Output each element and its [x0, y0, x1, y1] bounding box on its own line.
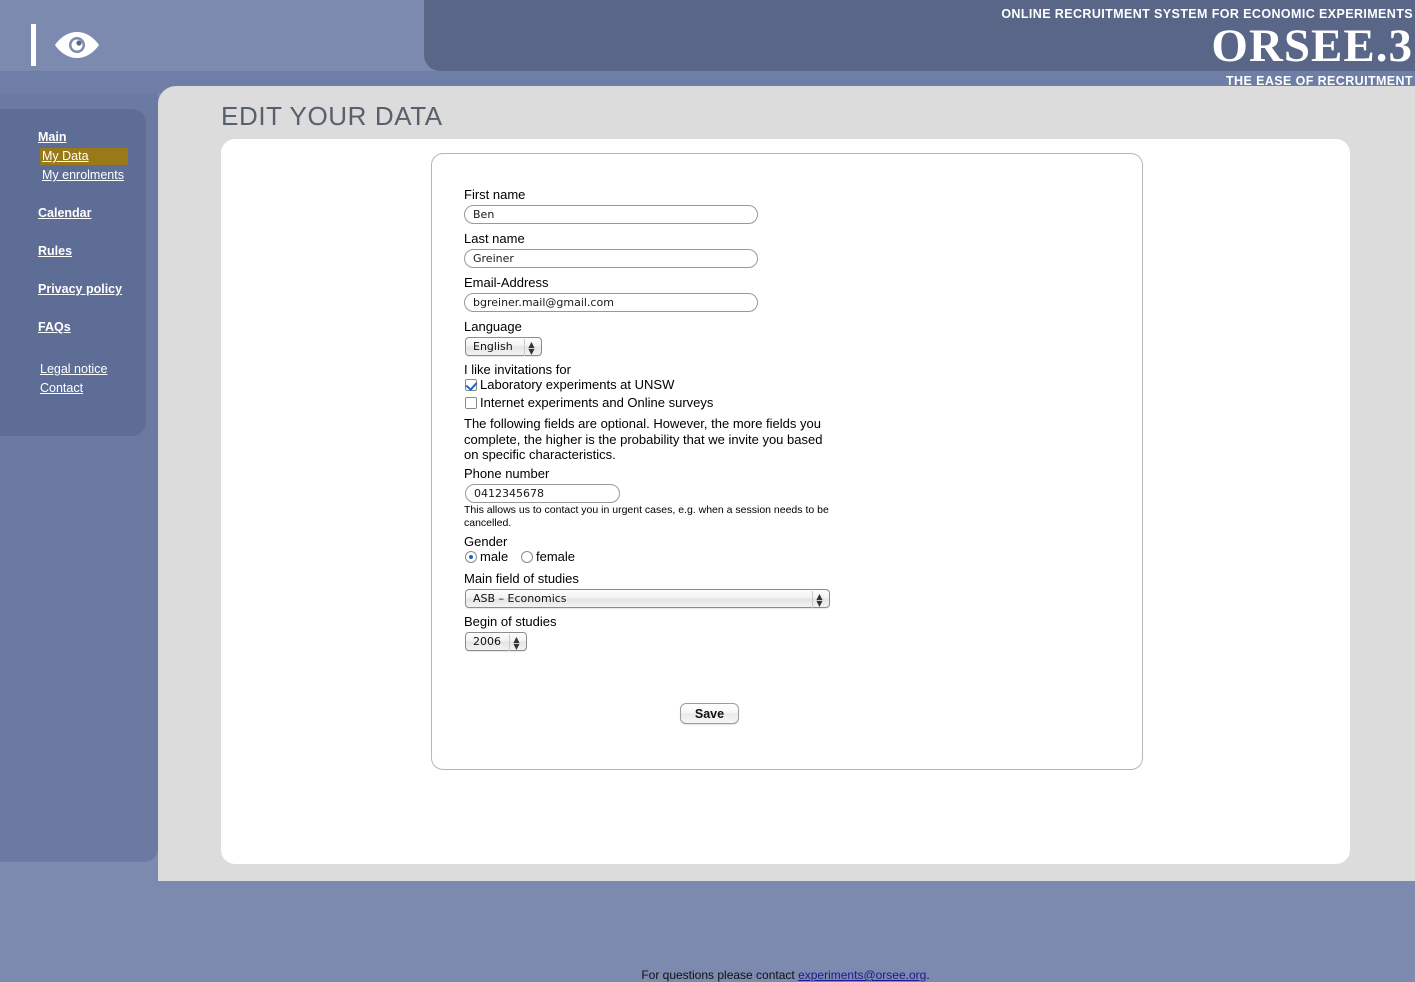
banner-tagline: ONLINE RECRUITMENT SYSTEM FOR ECONOMIC E… [1001, 7, 1413, 21]
save-button[interactable]: Save [680, 703, 739, 724]
phone-label: Phone number [464, 466, 549, 481]
sidebar-item-faqs[interactable]: FAQs [38, 320, 71, 334]
language-label: Language [464, 319, 522, 334]
invitation-lab-label: Laboratory experiments at UNSW [480, 377, 674, 392]
sidebar-item-contact[interactable]: Contact [40, 381, 83, 395]
gender-female-label: female [536, 549, 575, 564]
gender-female-radio[interactable] [521, 551, 533, 563]
first-name-input[interactable] [464, 205, 758, 224]
begin-studies-value: 2006 [473, 635, 501, 648]
eye-icon [53, 29, 101, 61]
first-name-label: First name [464, 187, 525, 202]
footer-contact: For questions please contact experiments… [221, 968, 1350, 982]
footer-email-link[interactable]: experiments@orsee.org [798, 968, 926, 982]
sidebar-item-calendar[interactable]: Calendar [38, 206, 92, 220]
gender-male-radio[interactable] [465, 551, 477, 563]
page-title: EDIT YOUR DATA [221, 101, 443, 132]
top-banner: ONLINE RECRUITMENT SYSTEM FOR ECONOMIC E… [0, 0, 1415, 71]
stepper-arrows-icon: ▲▼ [509, 634, 523, 651]
footer-text-after: . [926, 968, 929, 982]
main-field-value: ASB – Economics [473, 592, 567, 605]
last-name-input[interactable] [464, 249, 758, 268]
content-card: My enrolments Unsubscribe First name Las… [221, 139, 1350, 864]
main-field-label: Main field of studies [464, 571, 579, 586]
sidebar-item-rules[interactable]: Rules [38, 244, 72, 258]
footer-text-before: For questions please contact [641, 968, 798, 982]
main-field-select[interactable]: ASB – Economics ▲▼ [465, 589, 830, 608]
sidebar-item-main[interactable]: Main [38, 130, 66, 144]
sidebar-item-legal-notice[interactable]: Legal notice [40, 362, 107, 376]
email-input[interactable] [464, 293, 758, 312]
edit-data-form: First name Last name Email-Address Langu… [431, 153, 1143, 770]
logo-accent-bar [31, 24, 36, 66]
sidebar-nav: Main My Data My enrolments Calendar Rule… [0, 109, 146, 436]
last-name-label: Last name [464, 231, 525, 246]
sidebar-item-my-enrolments[interactable]: My enrolments [42, 168, 124, 182]
stepper-arrows-icon: ▲▼ [812, 591, 826, 608]
begin-studies-select[interactable]: 2006 ▲▼ [465, 632, 527, 651]
begin-studies-label: Begin of studies [464, 614, 557, 629]
stepper-arrows-icon: ▲▼ [524, 339, 538, 356]
invitation-online-checkbox[interactable] [465, 397, 477, 409]
language-value: English [473, 340, 513, 353]
language-select[interactable]: English ▲▼ [465, 337, 542, 356]
sidebar-item-privacy-policy[interactable]: Privacy policy [38, 282, 122, 296]
gender-male-label: male [480, 549, 508, 564]
banner-title: ORSEE.3 [1211, 22, 1413, 70]
sidebar-item-my-data[interactable]: My Data [40, 148, 128, 165]
invitations-label: I like invitations for [464, 362, 571, 377]
phone-note: This allows us to contact you in urgent … [464, 504, 838, 529]
optional-fields-note: The following fields are optional. Howev… [464, 416, 836, 463]
save-button-label: Save [695, 707, 724, 721]
email-label: Email-Address [464, 275, 549, 290]
gender-label: Gender [464, 534, 507, 549]
invitation-lab-checkbox[interactable] [465, 379, 477, 391]
invitation-online-label: Internet experiments and Online surveys [480, 395, 713, 410]
phone-input[interactable] [465, 484, 620, 503]
